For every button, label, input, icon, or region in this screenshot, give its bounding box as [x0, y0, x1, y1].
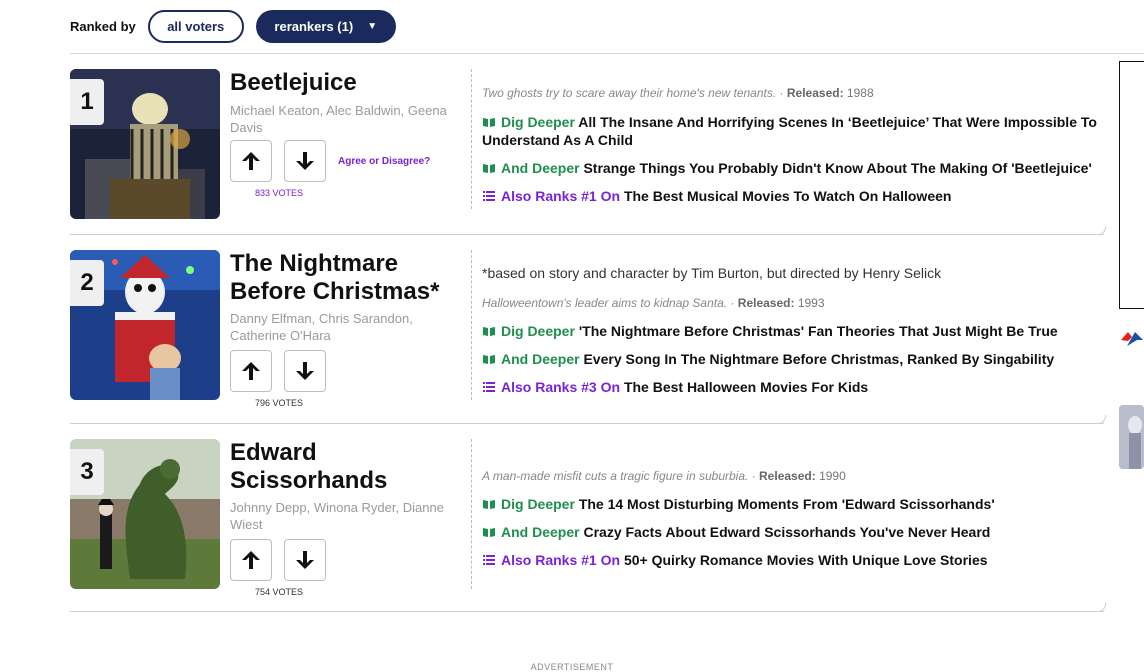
ranked-by-label: Ranked by — [70, 19, 136, 34]
arrow-down-icon — [296, 362, 314, 380]
link-text: 50+ Quirky Romance Movies With Unique Lo… — [623, 552, 988, 568]
ranked-by-bar: Ranked by all voters rerankers (1) ▼ — [70, 9, 396, 44]
dig-deeper-link[interactable]: Dig Deeper The 14 Most Disturbing Moment… — [482, 495, 1112, 513]
list-icon — [482, 187, 495, 205]
agree-or-disagree-link[interactable]: Agree or Disagree? — [338, 156, 430, 167]
item-cast: Danny Elfman, Chris Sarandon, Catherine … — [230, 311, 413, 343]
link-label: Dig Deeper — [501, 114, 575, 130]
item-description: Two ghosts try to scare away their home'… — [482, 86, 874, 100]
released-year: 1990 — [819, 469, 846, 483]
link-label: And Deeper — [501, 524, 580, 540]
link-text: Strange Things You Probably Didn't Know … — [583, 160, 1092, 176]
description-text: Halloweentown's leader aims to kidnap Sa… — [482, 296, 728, 310]
item-title[interactable]: The Nightmare Before Christmas* — [230, 250, 460, 306]
upvote-button[interactable] — [230, 350, 272, 392]
ad-frame[interactable] — [1119, 61, 1144, 309]
link-label: Dig Deeper — [501, 496, 575, 512]
item-note: *based on story and character by Tim Bur… — [482, 265, 942, 281]
downvote-button[interactable] — [284, 539, 326, 581]
chevron-down-icon: ▼ — [367, 21, 378, 32]
list-item: 2 The Nightmare Before Christmas* Danny … — [70, 250, 1106, 425]
item-title[interactable]: Beetlejuice — [230, 69, 460, 97]
item-description-row: Halloweentown's leader aims to kidnap Sa… — [482, 295, 1112, 311]
link-text: The 14 Most Disturbing Moments From 'Edw… — [578, 496, 995, 512]
dig-deeper-link[interactable]: Dig Deeper 'The Nightmare Before Christm… — [482, 322, 1112, 340]
description-text: Two ghosts try to scare away their home'… — [482, 86, 777, 100]
rank-badge: 2 — [70, 260, 104, 306]
rank-badge: 3 — [70, 449, 104, 495]
item-details: *based on story and character by Tim Bur… — [482, 264, 1112, 282]
arrow-up-icon — [242, 551, 260, 569]
also-ranks-link[interactable]: Also Ranks #1 On The Best Musical Movies… — [482, 187, 1112, 205]
list-item: 3 Edward Scissorhands Johnny Depp, Winon… — [70, 439, 1106, 614]
book-icon — [482, 113, 495, 131]
advertisement-label: ADVERTISEMENT — [530, 662, 614, 672]
list-icon — [482, 378, 495, 396]
link-label: And Deeper — [501, 160, 580, 176]
link-text: Every Song In The Nightmare Before Chris… — [583, 351, 1055, 367]
dig-deeper-link[interactable]: Dig Deeper All The Insane And Horrifying… — [482, 113, 1112, 149]
arrow-down-icon — [296, 551, 314, 569]
link-text: The Best Musical Movies To Watch On Hall… — [623, 188, 952, 204]
released-label: Released: — [786, 86, 844, 100]
column-divider — [471, 69, 472, 209]
ranker-logo-icon[interactable] — [1119, 326, 1144, 350]
and-deeper-link[interactable]: And Deeper Every Song In The Nightmare B… — [482, 350, 1112, 368]
item-details: Two ghosts try to scare away their home'… — [482, 85, 1112, 101]
and-deeper-link[interactable]: And Deeper Strange Things You Probably D… — [482, 159, 1112, 177]
rank-badge: 1 — [70, 79, 104, 125]
link-text: 'The Nightmare Before Christmas' Fan The… — [578, 323, 1058, 339]
column-divider — [471, 250, 472, 400]
link-label: Dig Deeper — [501, 323, 575, 339]
vote-count: 833 VOTES — [254, 188, 304, 198]
book-icon — [482, 322, 495, 340]
downvote-button[interactable] — [284, 350, 326, 392]
item-separator — [70, 415, 1106, 424]
item-description: A man-made misfit cuts a tragic figure i… — [482, 469, 846, 483]
item-cast: Michael Keaton, Alec Baldwin, Geena Davi… — [230, 103, 447, 135]
link-label: Also Ranks #1 On — [501, 188, 621, 204]
item-cast: Johnny Depp, Winona Ryder, Dianne Wiest — [230, 500, 444, 532]
link-text: The Best Halloween Movies For Kids — [623, 379, 869, 395]
description-text: A man-made misfit cuts a tragic figure i… — [482, 469, 749, 483]
column-divider — [471, 439, 472, 589]
upvote-button[interactable] — [230, 140, 272, 182]
link-text: Crazy Facts About Edward Scissorhands Yo… — [583, 524, 991, 540]
book-icon — [482, 350, 495, 368]
also-ranks-link[interactable]: Also Ranks #1 On 50+ Quirky Romance Movi… — [482, 551, 1112, 569]
book-icon — [482, 159, 495, 177]
rerankers-dropdown[interactable]: rerankers (1) ▼ — [255, 10, 396, 43]
rerankers-label: rerankers (1) — [274, 19, 354, 34]
arrow-down-icon — [296, 152, 314, 170]
book-icon — [482, 495, 495, 513]
item-separator — [70, 226, 1106, 235]
downvote-button[interactable] — [284, 140, 326, 182]
item-title[interactable]: Edward Scissorhands — [230, 439, 460, 495]
list-item: 1 Beetlejuice Michael Keaton, Alec Baldw… — [70, 69, 1106, 239]
list-icon — [482, 551, 495, 569]
ad-thumbnail[interactable] — [1119, 405, 1144, 469]
and-deeper-link[interactable]: And Deeper Crazy Facts About Edward Scis… — [482, 523, 1112, 541]
link-text: All The Insane And Horrifying Scenes In … — [482, 114, 1097, 148]
item-description: Halloweentown's leader aims to kidnap Sa… — [482, 296, 825, 310]
link-label: Also Ranks #1 On — [501, 552, 621, 568]
released-year: 1993 — [797, 296, 825, 310]
released-label: Released: — [737, 296, 795, 310]
link-label: Also Ranks #3 On — [501, 379, 621, 395]
released-label: Released: — [759, 469, 816, 483]
link-label: And Deeper — [501, 351, 580, 367]
all-voters-button[interactable]: all voters — [147, 10, 244, 43]
item-separator — [70, 603, 1106, 612]
vote-count: 796 VOTES — [254, 398, 304, 408]
released-year: 1988 — [846, 86, 874, 100]
upvote-button[interactable] — [230, 539, 272, 581]
top-divider — [70, 53, 1144, 54]
arrow-up-icon — [242, 362, 260, 380]
vote-count: 754 VOTES — [254, 587, 304, 597]
also-ranks-link[interactable]: Also Ranks #3 On The Best Halloween Movi… — [482, 378, 1112, 396]
book-icon — [482, 523, 495, 541]
arrow-up-icon — [242, 152, 260, 170]
item-details: A man-made misfit cuts a tragic figure i… — [482, 468, 1112, 484]
